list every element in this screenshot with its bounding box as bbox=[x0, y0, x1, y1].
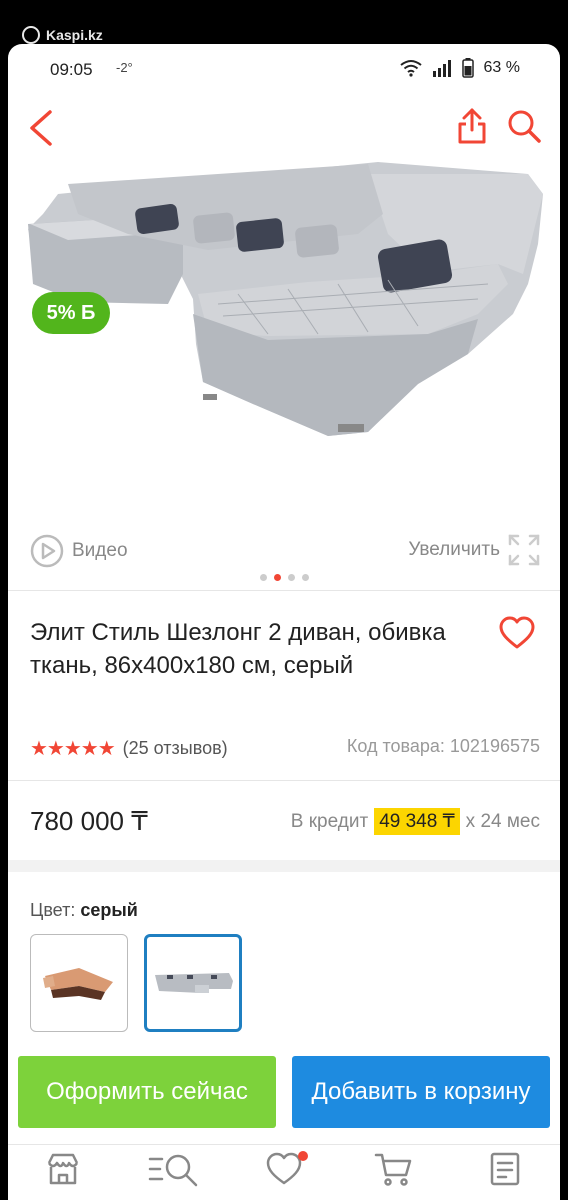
product-price: 780 000 ₸ bbox=[30, 806, 148, 836]
chevron-left-icon bbox=[30, 110, 52, 146]
video-label: Видео bbox=[72, 540, 128, 561]
notification-dot bbox=[297, 1151, 308, 1161]
color-value: серый bbox=[80, 900, 138, 920]
carousel-dot-active[interactable] bbox=[273, 574, 281, 581]
bottom-tab-bar bbox=[8, 1144, 560, 1200]
carousel-dot[interactable] bbox=[301, 574, 309, 581]
heart-icon bbox=[499, 616, 535, 649]
signal-icon bbox=[432, 60, 451, 77]
sofa-image bbox=[28, 162, 543, 436]
expand-icon bbox=[508, 534, 540, 566]
star-rating: ★★★★★ bbox=[30, 738, 116, 760]
share-icon bbox=[458, 108, 486, 144]
credit-prefix: В кредит bbox=[290, 810, 369, 832]
tab-favorites[interactable] bbox=[254, 1151, 314, 1187]
tab-cart[interactable] bbox=[364, 1151, 424, 1187]
credit-offer[interactable]: В кредит 49 348 ₸ x 24 мес bbox=[291, 808, 540, 835]
credit-amount: 49 348 ₸ bbox=[374, 808, 460, 835]
wifi-icon bbox=[399, 60, 422, 77]
video-button[interactable]: Видео bbox=[30, 534, 128, 568]
top-bezel: Kaspi.kz bbox=[0, 0, 568, 44]
store-icon bbox=[48, 1153, 79, 1185]
watermark-text: Kaspi.kz bbox=[46, 27, 103, 43]
status-bar: 09:05 -2° 63 % bbox=[8, 44, 560, 94]
color-option-grey-selected[interactable] bbox=[144, 934, 242, 1032]
status-time: 09:05 bbox=[50, 60, 93, 79]
search-button[interactable] bbox=[506, 108, 542, 149]
section-gap bbox=[8, 860, 560, 872]
tab-shop[interactable] bbox=[33, 1151, 93, 1187]
status-right: 63 % bbox=[399, 58, 520, 78]
app-screen: 09:05 -2° 63 % 5% Б Видео Увеличить Элит… bbox=[8, 44, 560, 1200]
reviews-link[interactable]: (25 отзывов) bbox=[123, 738, 228, 759]
back-button[interactable] bbox=[26, 108, 56, 153]
divider bbox=[8, 590, 560, 591]
sofa-thumbnail bbox=[155, 973, 233, 993]
color-label: Цвет: серый bbox=[30, 900, 138, 921]
share-button[interactable] bbox=[456, 106, 488, 151]
catalog-search-icon bbox=[148, 1154, 197, 1187]
add-to-cart-button[interactable]: Добавить в корзину bbox=[292, 1056, 550, 1128]
product-nav-bar bbox=[8, 102, 560, 158]
battery-icon bbox=[461, 58, 474, 78]
kaspi-watermark: Kaspi.kz bbox=[22, 26, 103, 44]
rating-row[interactable]: ★★★★★ (25 отзывов) bbox=[30, 736, 228, 761]
carousel-dots bbox=[8, 574, 560, 581]
discount-badge: 5% Б bbox=[32, 292, 110, 334]
buy-now-button[interactable]: Оформить сейчас bbox=[18, 1056, 276, 1128]
product-code: Код товара: 102196575 bbox=[346, 736, 540, 756]
color-option-brown[interactable] bbox=[30, 934, 128, 1032]
carousel-dot[interactable] bbox=[259, 574, 267, 581]
color-label-text: Цвет: bbox=[30, 900, 76, 920]
media-controls: Видео Увеличить bbox=[8, 532, 560, 572]
tab-orders[interactable] bbox=[475, 1151, 535, 1187]
zoom-label: Увеличить bbox=[408, 539, 500, 560]
carousel-dot[interactable] bbox=[287, 574, 295, 581]
tab-catalog[interactable] bbox=[144, 1151, 204, 1187]
product-photo[interactable] bbox=[8, 154, 560, 514]
divider bbox=[8, 780, 560, 781]
product-title: Элит Стиль Шезлонг 2 диван, обивка ткань… bbox=[30, 619, 446, 679]
kaspi-logo-icon bbox=[22, 26, 40, 44]
orders-icon bbox=[490, 1152, 519, 1186]
favorite-button[interactable] bbox=[498, 616, 536, 655]
sofa-thumbnail bbox=[43, 968, 113, 1000]
play-circle-icon bbox=[30, 534, 64, 568]
search-icon bbox=[508, 110, 541, 143]
cart-icon bbox=[375, 1153, 412, 1186]
zoom-button[interactable]: Увеличить bbox=[408, 534, 540, 566]
battery-percent: 63 % bbox=[483, 59, 520, 76]
credit-suffix: x 24 мес bbox=[465, 810, 540, 832]
status-temp: -2° bbox=[116, 60, 133, 75]
